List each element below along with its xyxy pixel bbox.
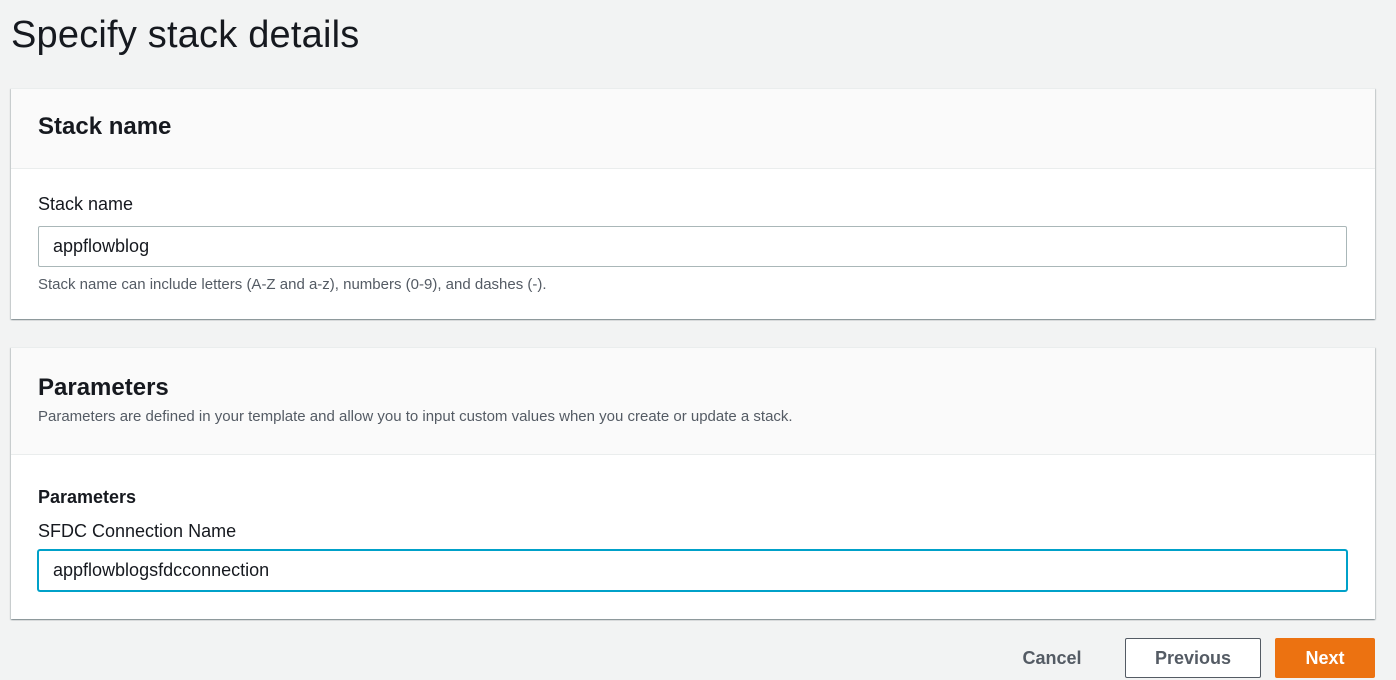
sfdc-connection-name-input[interactable]: [38, 550, 1347, 591]
parameters-panel-header: Parameters Parameters are defined in you…: [11, 348, 1375, 455]
sfdc-connection-name-label: SFDC Connection Name: [38, 521, 237, 541]
stack-name-panel-title: Stack name: [38, 113, 172, 140]
stack-name-panel: Stack name Stack name Stack name can inc…: [11, 88, 1375, 319]
page-title: Specify stack details: [11, 14, 360, 56]
cancel-button[interactable]: Cancel: [1000, 638, 1104, 678]
stack-name-input[interactable]: [38, 226, 1347, 267]
next-button[interactable]: Next: [1275, 638, 1375, 678]
previous-button[interactable]: Previous: [1125, 638, 1261, 678]
parameters-panel: Parameters Parameters are defined in you…: [11, 347, 1375, 619]
stack-name-panel-body: Stack name Stack name can include letter…: [11, 193, 1375, 294]
parameters-panel-body: Parameters SFDC Connection Name: [11, 486, 1375, 591]
parameters-group-label: Parameters: [38, 487, 137, 507]
parameters-panel-description: Parameters are defined in your template …: [38, 408, 793, 425]
stack-name-hint: Stack name can include letters (A-Z and …: [38, 276, 547, 293]
stack-name-label: Stack name: [38, 194, 134, 214]
parameters-panel-title: Parameters: [38, 374, 169, 401]
stack-name-panel-header: Stack name: [11, 89, 1375, 169]
